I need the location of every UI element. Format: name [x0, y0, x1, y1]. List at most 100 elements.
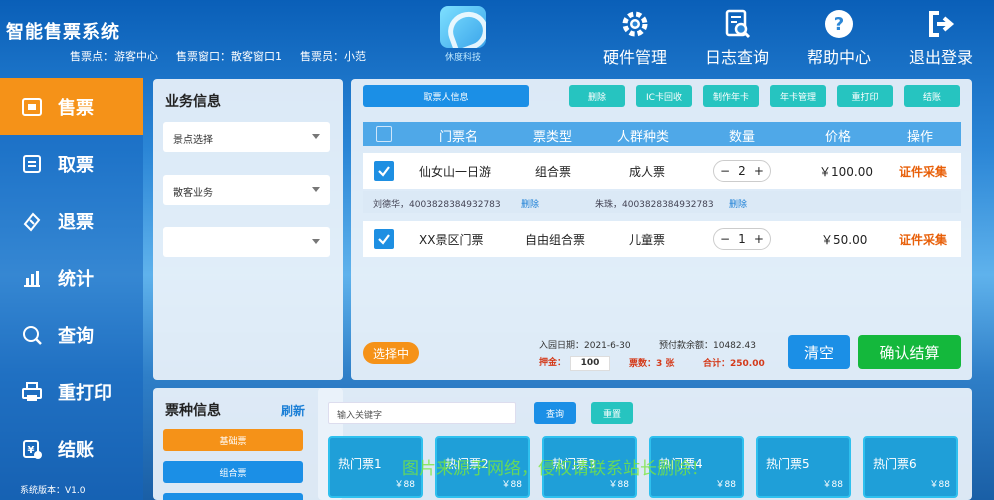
category-combo-ticket[interactable]: 组合票 [163, 461, 303, 483]
order-toolbar: 取票人信息 删除 IC卡回收 制作年卡 年卡管理 重打印 结账 [361, 85, 962, 111]
printer-icon [20, 380, 44, 404]
confirm-checkout-button[interactable]: 确认结算 [858, 335, 961, 369]
column-header: 价格 [825, 130, 852, 145]
prepaid-balance: 预付款余额：10482.43 [659, 341, 756, 351]
deposit: 押金： 100 [539, 355, 611, 371]
business-type-select[interactable]: 散客业务 [163, 175, 330, 205]
refresh-link[interactable]: 刷新 [281, 402, 305, 419]
help-center-button[interactable]: ? 帮助中心 [796, 8, 882, 68]
hot-ticket-card[interactable]: 热门票5 ￥88 [756, 436, 851, 498]
card-price: ￥88 [929, 480, 950, 490]
delete-button[interactable]: 删除 [569, 85, 625, 107]
ic-card-recycle-button[interactable]: IC卡回收 [636, 85, 692, 107]
extra-select[interactable] [163, 227, 330, 257]
sidebar-item-label: 售票 [58, 97, 94, 119]
category-basic-ticket[interactable]: 基础票 [163, 429, 303, 451]
query-button[interactable]: 查询 [534, 402, 576, 424]
scenic-select[interactable]: 景点选择 [163, 122, 330, 152]
quantity-value[interactable]: 1 [738, 232, 746, 246]
visitor-delete-link[interactable]: 删除 [521, 197, 539, 210]
sidebar-item-query[interactable]: 查询 [0, 306, 143, 363]
tool-label: 硬件管理 [602, 48, 667, 67]
gear-icon [618, 8, 652, 40]
tool-label: 退出登录 [908, 48, 973, 67]
crowd-type: 儿童票 [629, 233, 666, 247]
column-header: 操作 [907, 130, 934, 145]
visitor-info: 朱珠，4003828384932783 [595, 200, 714, 210]
decrement-button[interactable]: − [720, 164, 730, 178]
column-header: 人群种类 [617, 130, 670, 145]
hot-ticket-card[interactable]: 热门票6 ￥88 [863, 436, 958, 498]
sidebar-item-statistics[interactable]: 统计 [0, 249, 143, 306]
refund-icon [20, 209, 44, 233]
ticket-price: ￥50.00 [821, 233, 868, 247]
app-title: 智能售票系统 [6, 22, 120, 43]
query-icon [20, 323, 44, 347]
sidebar-item-refund[interactable]: 退票 [0, 192, 143, 249]
quantity-stepper: − 2 + [713, 160, 771, 182]
sale-window: 售票窗口：散客窗口1 [176, 50, 282, 63]
sidebar-item-label: 查询 [58, 325, 94, 347]
watermark-text: 图片来源于网络，侵权请联系站长删除！ [402, 459, 708, 479]
business-info-panel: 业务信息 景点选择 散客业务 [153, 79, 343, 380]
select-all-checkbox[interactable] [376, 126, 392, 142]
ticket-name: 仙女山一日游 [419, 165, 492, 179]
svg-text:?: ? [834, 14, 844, 35]
column-header: 门票名 [439, 130, 479, 145]
tool-label: 日志查询 [704, 48, 769, 67]
sidebar-item-label: 结账 [58, 439, 94, 461]
reset-button[interactable]: 重置 [591, 402, 633, 424]
sidebar-item-pickup[interactable]: 取票 [0, 135, 143, 192]
id-collect-link[interactable]: 证件采集 [899, 231, 947, 248]
sidebar-item-checkout[interactable]: ¥ 结账 [0, 420, 143, 477]
panel-title: 业务信息 [165, 94, 221, 110]
checkout-icon: ¥ [20, 437, 44, 461]
hot-tickets-panel: 输入关键字 查询 重置 热门票1 ￥88 热门票2 ￥88 热门票3 ￥88 热门票4… [318, 388, 972, 500]
make-annual-card-button[interactable]: 制作年卡 [703, 85, 759, 107]
keyword-search-input[interactable]: 输入关键字 [328, 402, 516, 424]
category-more[interactable] [163, 493, 303, 500]
quantity-value[interactable]: 2 [738, 164, 746, 178]
visitor-info: 刘德华，4003828384932783 [373, 200, 501, 210]
sidebar-item-label: 退票 [58, 211, 94, 233]
sidebar-item-reprint[interactable]: 重打印 [0, 363, 143, 420]
reprint-button[interactable]: 重打印 [837, 85, 893, 107]
decrement-button[interactable]: − [720, 232, 730, 246]
app-header: 智能售票系统 售票点：游客中心 售票窗口：散客窗口1 售票员：小范 休度科技 硬… [0, 0, 994, 76]
card-price: ￥88 [715, 480, 736, 490]
header-toolbar: 硬件管理 日志查询 ? 帮助中心 退出登录 [592, 8, 984, 68]
log-query-button[interactable]: 日志查询 [694, 8, 780, 68]
checkout-button[interactable]: 结账 [904, 85, 960, 107]
ticket-price: ￥100.00 [819, 165, 873, 179]
session-info: 售票点：游客中心 售票窗口：散客窗口1 售票员：小范 [70, 48, 366, 64]
row-checkbox[interactable] [374, 161, 394, 181]
ticket-type: 组合票 [535, 165, 572, 179]
svg-text:¥: ¥ [28, 445, 35, 456]
increment-button[interactable]: + [754, 164, 764, 178]
sidebar-item-sell[interactable]: 售票 [0, 78, 143, 135]
hardware-management-button[interactable]: 硬件管理 [592, 8, 678, 68]
chart-icon [20, 266, 44, 290]
status-badge: 选择中 [363, 342, 419, 364]
deposit-input[interactable]: 100 [570, 356, 611, 371]
card-price: ￥88 [822, 480, 843, 490]
table-row: XX景区门票 自由组合票 儿童票 − 1 + ￥50.00 证件采集 [363, 221, 961, 257]
ticket-types-panel: 票种信息 刷新 基础票 组合票 [153, 388, 343, 500]
column-header: 票类型 [533, 130, 573, 145]
ticket-count: 票数：3 张 [629, 359, 675, 369]
increment-button[interactable]: + [754, 232, 764, 246]
check-icon [378, 166, 390, 177]
clear-button[interactable]: 清空 [788, 335, 850, 369]
logo-mark-icon [440, 6, 486, 48]
ticket-sale-icon [20, 95, 44, 119]
ticket-type: 自由组合票 [525, 233, 586, 247]
logout-button[interactable]: 退出登录 [898, 8, 984, 68]
panel-title: 票种信息 [165, 403, 221, 419]
buyer-info-button[interactable]: 取票人信息 [363, 85, 529, 107]
sidebar-item-label: 重打印 [58, 382, 112, 404]
id-collect-link[interactable]: 证件采集 [899, 163, 947, 180]
row-checkbox[interactable] [374, 229, 394, 249]
card-name: 热门票1 [338, 457, 382, 471]
visitor-delete-link[interactable]: 删除 [729, 197, 747, 210]
annual-card-manage-button[interactable]: 年卡管理 [770, 85, 826, 107]
